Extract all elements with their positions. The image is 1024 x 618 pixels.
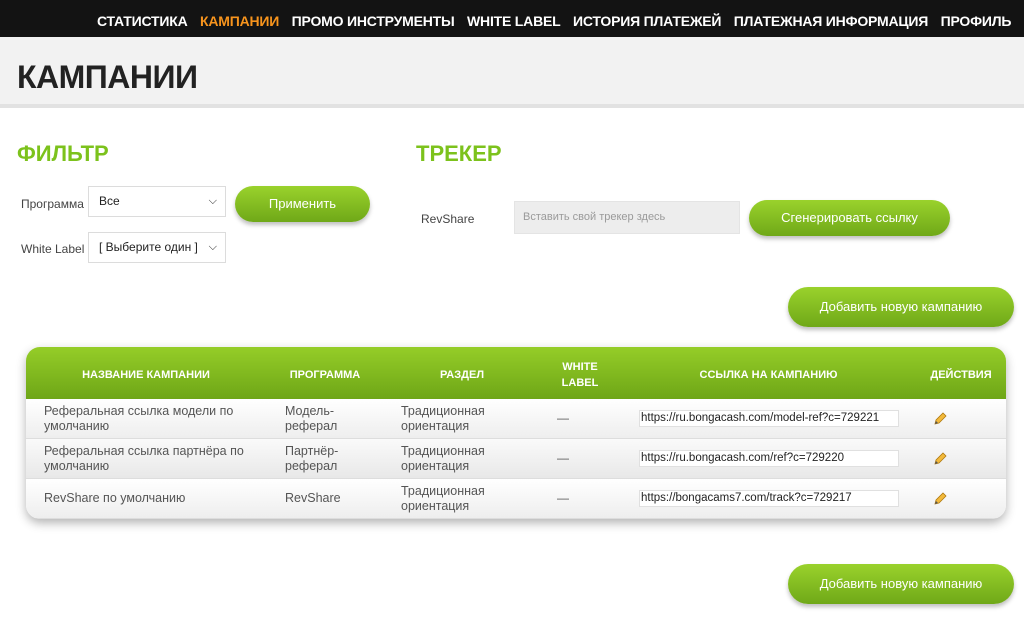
program-select[interactable]: Все ⌵ xyxy=(88,186,226,217)
apply-button[interactable]: Применить xyxy=(235,186,370,222)
header-white-label-line1: WHITE xyxy=(562,361,598,373)
section-line: ориентация xyxy=(401,499,470,513)
table-row: RevShare по умолчанию RevShare Традицион… xyxy=(26,479,1006,519)
pencil-icon[interactable] xyxy=(932,491,948,507)
top-navigation: СТАТИСТИКА КАМПАНИИ ПРОМО ИНСТРУМЕНТЫ WH… xyxy=(0,0,1024,37)
whitelabel-select-value: [ Выберите один ] xyxy=(99,240,198,254)
whitelabel-label: White Label xyxy=(21,242,85,256)
pencil-icon[interactable] xyxy=(932,411,948,427)
program-cell: RevShare xyxy=(285,491,341,506)
nav-item-white-label[interactable]: WHITE LABEL xyxy=(467,13,561,29)
filter-title: ФИЛЬТР xyxy=(17,141,109,166)
campaign-link-field[interactable]: https://ru.bongacash.com/ref?c=729220 xyxy=(639,450,899,467)
section-line: Традиционная xyxy=(401,484,485,498)
program-line: Модель- xyxy=(285,404,335,418)
white-label-cell: — xyxy=(557,491,569,505)
white-label-cell: — xyxy=(557,411,569,425)
program-cell: Модель- реферал xyxy=(285,404,337,434)
campaign-name-line: Реферальная ссылка модели по xyxy=(44,404,234,418)
add-campaign-button-top[interactable]: Добавить новую кампанию xyxy=(788,287,1014,327)
campaign-name-cell: RevShare по умолчанию xyxy=(44,491,185,506)
program-line: реферал xyxy=(285,419,338,433)
campaign-name-line: умолчанию xyxy=(44,419,110,433)
generate-link-button[interactable]: Сгенерировать ссылку xyxy=(749,200,950,236)
program-select-value: Все xyxy=(99,194,120,208)
white-label-cell: — xyxy=(557,451,569,465)
table-row: Реферальная ссылка модели по умолчанию М… xyxy=(26,399,1006,439)
program-label: Программа xyxy=(21,197,84,211)
pencil-icon[interactable] xyxy=(932,451,948,467)
program-line: реферал xyxy=(285,459,338,473)
section-cell: Традиционная ориентация xyxy=(401,404,485,434)
nav-item-payment-history[interactable]: ИСТОРИЯ ПЛАТЕЖЕЙ xyxy=(573,13,722,29)
section-cell: Традиционная ориентация xyxy=(401,484,485,514)
program-line: RevShare xyxy=(285,491,341,505)
section-line: Традиционная xyxy=(401,404,485,418)
campaign-name-cell: Реферальная ссылка модели по умолчанию xyxy=(44,404,233,434)
campaign-name-line: Реферальная ссылка партнёра по xyxy=(44,444,244,458)
nav-item-statistics[interactable]: СТАТИСТИКА xyxy=(97,13,188,29)
campaign-name-line: RevShare по умолчанию xyxy=(44,491,186,505)
nav-item-payment-info[interactable]: ПЛАТЕЖНАЯ ИНФОРМАЦИЯ xyxy=(734,13,929,29)
page-title: КАМПАНИИ xyxy=(17,59,198,95)
tracker-label: RevShare xyxy=(421,212,475,226)
add-campaign-button-bottom[interactable]: Добавить новую кампанию xyxy=(788,564,1014,604)
header-white-label: WHITE LABEL xyxy=(550,359,610,391)
section-line: ориентация xyxy=(401,419,470,433)
header-campaign-name: НАЗВАНИЕ КАМПАНИИ xyxy=(82,369,210,381)
header-program: ПРОГРАММА xyxy=(289,369,361,381)
campaign-link-field[interactable]: https://bongacams7.com/track?c=729217 xyxy=(639,490,899,507)
header-white-label-line2: LABEL xyxy=(561,377,599,389)
section-line: Традиционная xyxy=(401,444,485,458)
campaigns-table: НАЗВАНИЕ КАМПАНИИ ПРОГРАММА РАЗДЕЛ WHITE… xyxy=(26,347,1006,519)
header-actions: ДЕЙСТВИЯ xyxy=(930,369,992,381)
table-row: Реферальная ссылка партнёра по умолчанию… xyxy=(26,439,1006,479)
section-line: ориентация xyxy=(401,459,470,473)
nav-item-campaigns[interactable]: КАМПАНИИ xyxy=(200,13,279,29)
program-cell: Партнёр- реферал xyxy=(285,444,338,474)
campaign-name-cell: Реферальная ссылка партнёра по умолчанию xyxy=(44,444,244,474)
table-header: НАЗВАНИЕ КАМПАНИИ ПРОГРАММА РАЗДЕЛ WHITE… xyxy=(26,347,1006,399)
section-cell: Традиционная ориентация xyxy=(401,444,485,474)
page-header: КАМПАНИИ xyxy=(0,37,1024,108)
tracker-input[interactable]: Вставить свой трекер здесь xyxy=(514,201,740,234)
nav-item-promo-tools[interactable]: ПРОМО ИНСТРУМЕНТЫ xyxy=(292,13,455,29)
nav-item-profile[interactable]: ПРОФИЛЬ xyxy=(941,13,1012,29)
tracker-title: ТРЕКЕР xyxy=(416,141,502,166)
chevron-down-icon: ⌵ xyxy=(208,241,217,253)
program-line: Партнёр- xyxy=(285,444,339,458)
chevron-down-icon: ⌵ xyxy=(208,195,217,207)
campaign-link-field[interactable]: https://ru.bongacash.com/model-ref?c=729… xyxy=(639,410,899,427)
whitelabel-select[interactable]: [ Выберите один ] ⌵ xyxy=(88,232,226,263)
header-campaign-link: ССЫЛКА НА КАМПАНИЮ xyxy=(699,369,838,381)
header-section: РАЗДЕЛ xyxy=(439,369,485,381)
campaign-name-line: умолчанию xyxy=(44,459,110,473)
